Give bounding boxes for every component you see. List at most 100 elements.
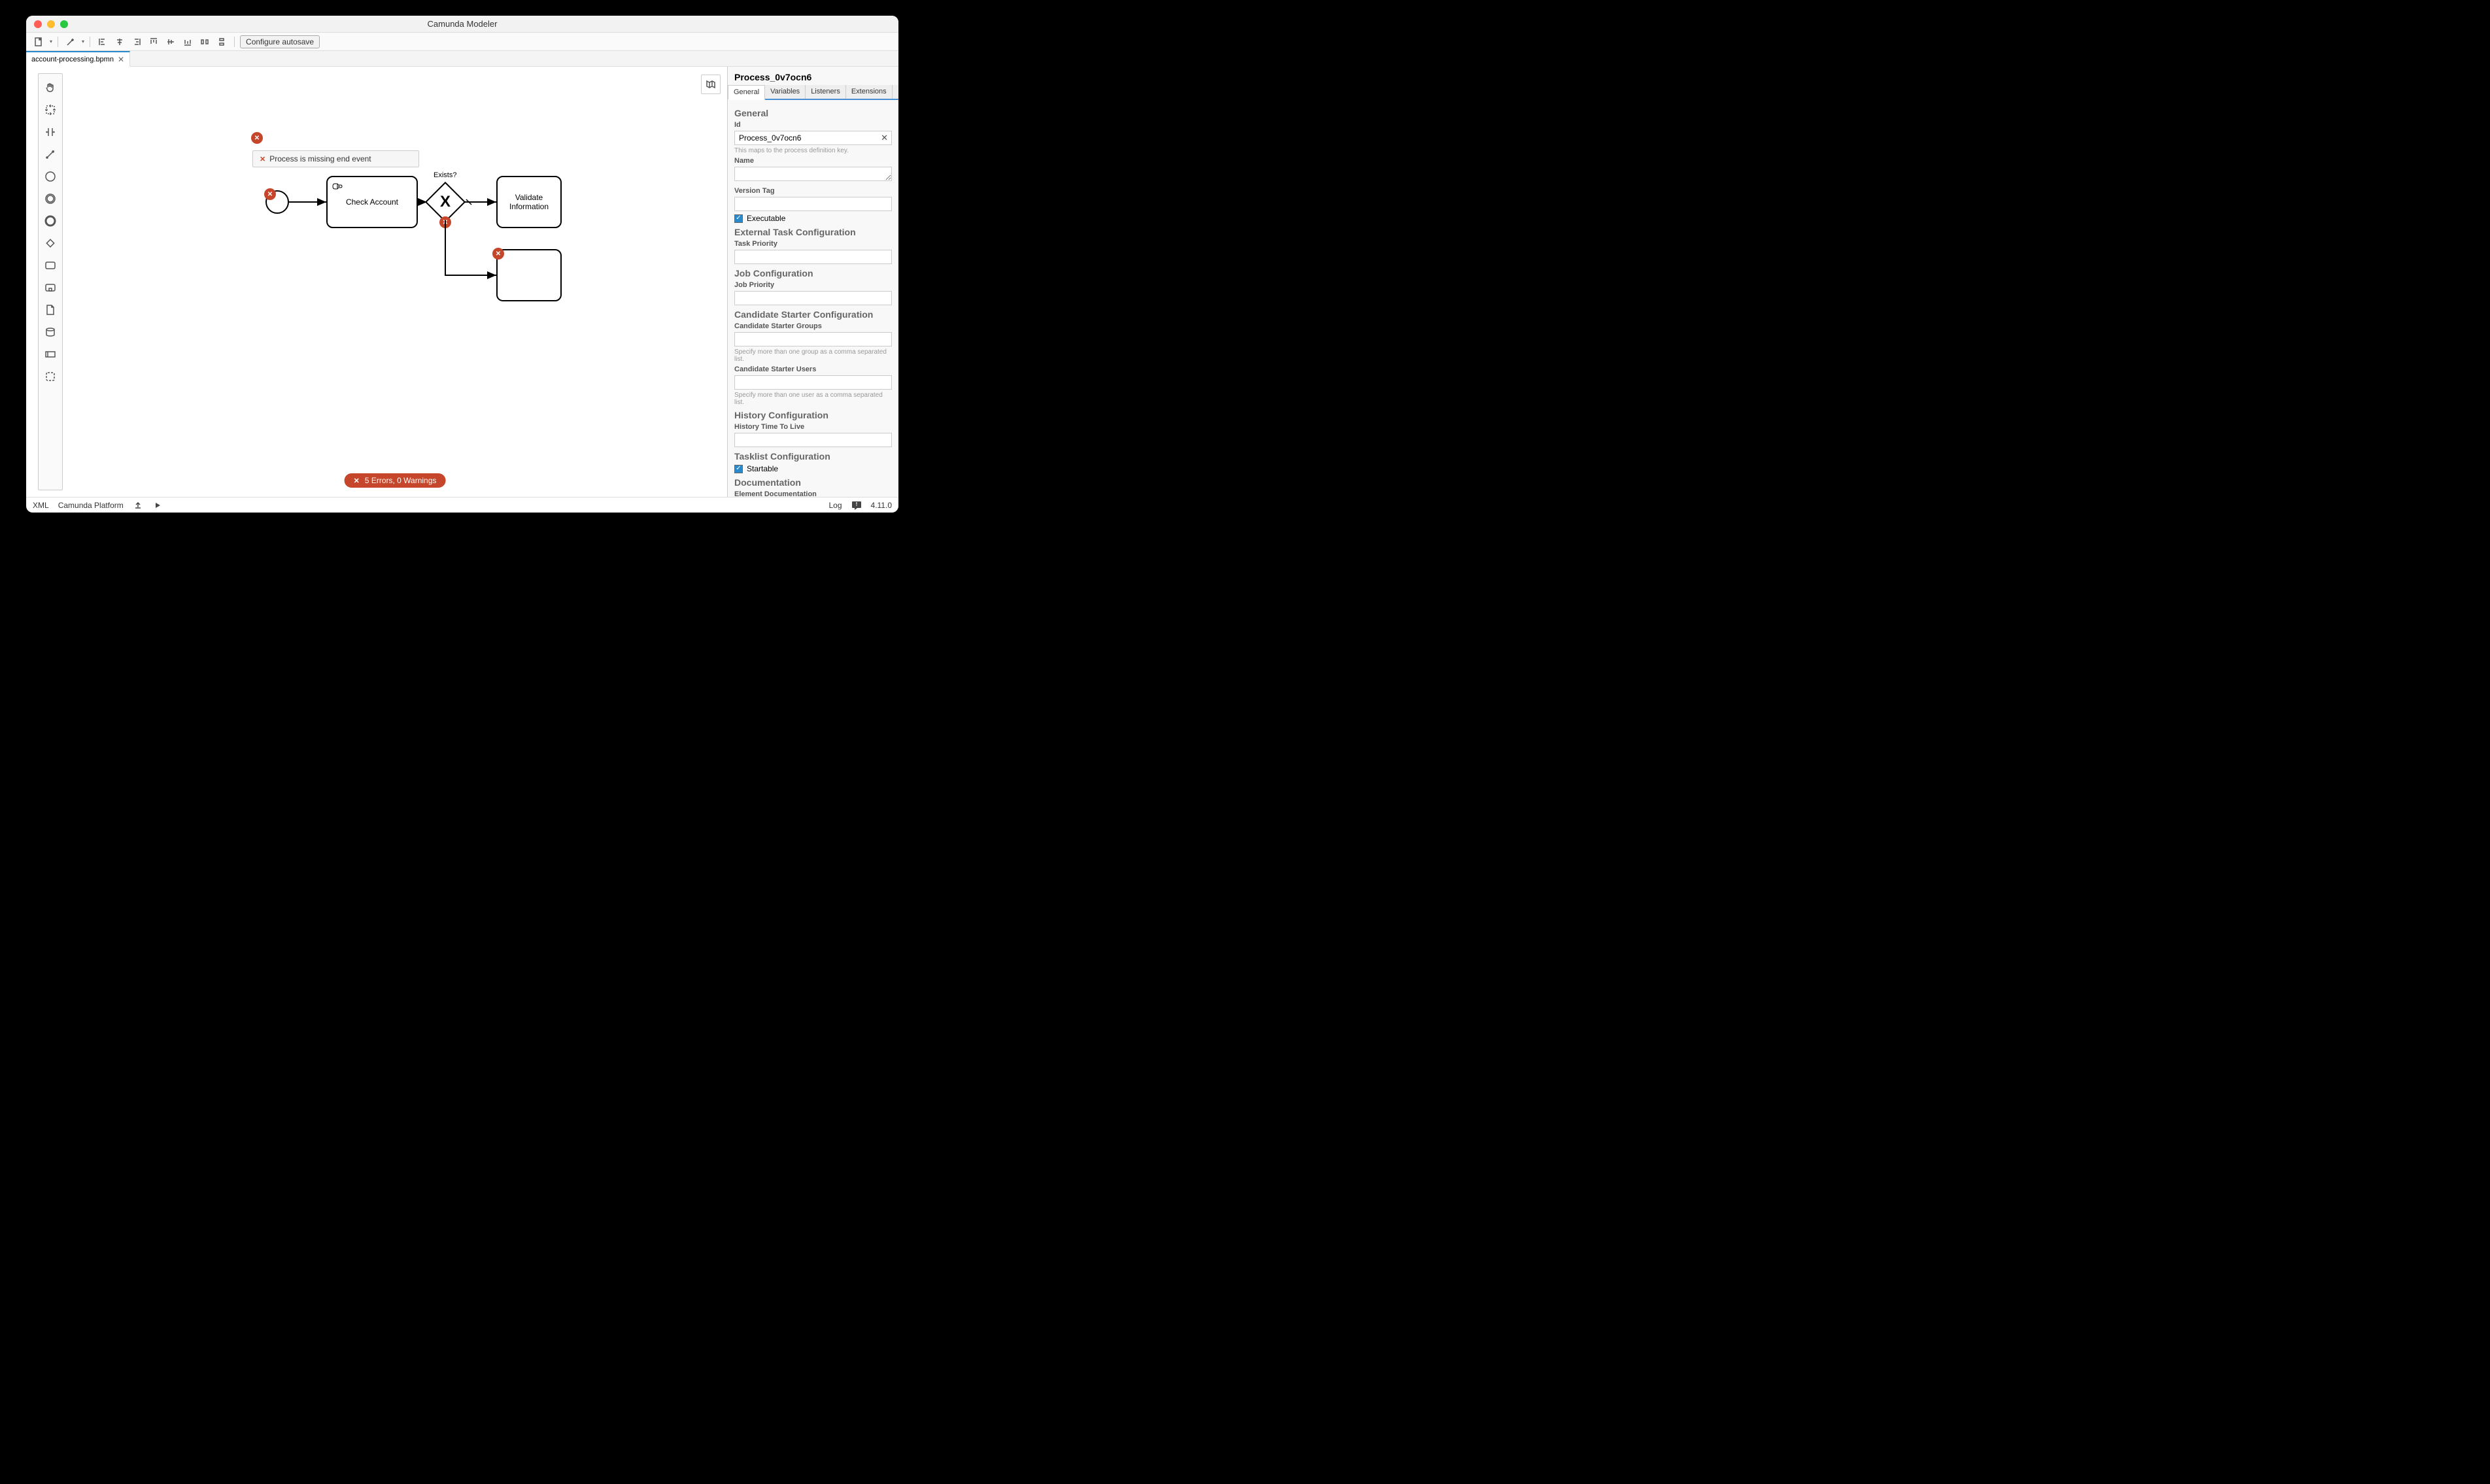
- clear-id-icon[interactable]: ✕: [881, 133, 888, 143]
- window-title: Camunda Modeler: [26, 19, 898, 29]
- history-ttl-input[interactable]: [734, 433, 892, 447]
- wand-caret-icon[interactable]: ▾: [82, 39, 84, 44]
- feedback-icon[interactable]: !: [851, 501, 862, 510]
- properties-tabs: General Variables Listeners Extensions: [728, 85, 898, 100]
- job-priority-label: Job Priority: [734, 281, 892, 289]
- gateway-error-badge[interactable]: [439, 216, 451, 228]
- candidate-users-label: Candidate Starter Users: [734, 365, 892, 373]
- editor-body: ✕ Process is missing end event Check Acc…: [26, 67, 898, 497]
- task-validate-information[interactable]: Validate Information: [496, 176, 562, 228]
- section-general: General: [734, 108, 892, 118]
- candidate-users-help: Specify more than one user as a comma se…: [734, 392, 892, 406]
- task-priority-label: Task Priority: [734, 240, 892, 248]
- magic-wand-button[interactable]: [63, 35, 78, 48]
- section-candidate-starter: Candidate Starter Configuration: [734, 309, 892, 320]
- section-history: History Configuration: [734, 410, 892, 420]
- close-tab-icon[interactable]: ✕: [118, 55, 124, 64]
- startable-row[interactable]: Startable: [734, 464, 892, 473]
- distribute-v-button[interactable]: [214, 35, 229, 48]
- file-tab[interactable]: account-processing.bpmn ✕: [26, 51, 130, 67]
- align-middle-button[interactable]: [163, 35, 178, 48]
- errors-warnings-pill[interactable]: ✕ 5 Errors, 0 Warnings: [345, 473, 446, 488]
- start-event-tool[interactable]: [39, 165, 62, 188]
- startable-checkbox[interactable]: [734, 465, 743, 473]
- tool-palette: [38, 73, 63, 490]
- candidate-groups-help: Specify more than one group as a comma s…: [734, 348, 892, 363]
- status-bar: XML Camunda Platform Log ! 4.11.0: [26, 497, 898, 513]
- lasso-tool[interactable]: [39, 99, 62, 121]
- platform-label[interactable]: Camunda Platform: [58, 501, 124, 510]
- participant-tool[interactable]: [39, 343, 62, 365]
- new-file-caret-icon[interactable]: ▾: [50, 39, 52, 44]
- error-tooltip-text: Process is missing end event: [269, 154, 371, 163]
- distribute-h-button[interactable]: [197, 35, 212, 48]
- xml-toggle[interactable]: XML: [33, 501, 49, 510]
- diagram-canvas[interactable]: ✕ Process is missing end event Check Acc…: [63, 67, 727, 497]
- version-tag-input[interactable]: [734, 197, 892, 211]
- tab-variables[interactable]: Variables: [765, 85, 806, 99]
- task-label: Validate Information: [500, 193, 558, 211]
- align-left-button[interactable]: [95, 35, 110, 48]
- errors-pill-x-icon: ✕: [354, 477, 360, 485]
- candidate-groups-input[interactable]: [734, 332, 892, 346]
- version-label: 4.11.0: [871, 501, 892, 510]
- executable-label: Executable: [747, 214, 785, 223]
- app-window: Camunda Modeler ▾ ▾ Configure autosave a…: [26, 16, 898, 513]
- manual-task-icon: [332, 181, 343, 192]
- name-input[interactable]: [734, 167, 892, 181]
- process-error-badge[interactable]: [251, 132, 263, 144]
- id-label: Id: [734, 121, 892, 129]
- error-x-icon: ✕: [260, 155, 265, 163]
- align-bottom-button[interactable]: [180, 35, 195, 48]
- job-priority-input[interactable]: [734, 291, 892, 305]
- minimap-button[interactable]: [701, 75, 721, 94]
- toolbar: ▾ ▾ Configure autosave: [26, 33, 898, 51]
- id-help: This maps to the process definition key.: [734, 147, 892, 154]
- subprocess-tool[interactable]: [39, 277, 62, 299]
- intermediate-event-tool[interactable]: [39, 188, 62, 210]
- properties-panel: Process_0v7ocn6 General Variables Listen…: [727, 67, 898, 497]
- gateway-tool[interactable]: [39, 232, 62, 254]
- align-center-h-button[interactable]: [112, 35, 127, 48]
- task-check-account[interactable]: Check Account: [326, 176, 418, 228]
- tab-listeners[interactable]: Listeners: [806, 85, 846, 99]
- global-connect-tool[interactable]: [39, 143, 62, 165]
- svg-text:!: !: [855, 501, 857, 507]
- new-file-button[interactable]: [31, 35, 46, 48]
- hand-tool[interactable]: [39, 76, 62, 99]
- task-unnamed[interactable]: [496, 249, 562, 301]
- name-label: Name: [734, 157, 892, 165]
- run-icon[interactable]: [152, 501, 163, 510]
- candidate-users-input[interactable]: [734, 375, 892, 390]
- configure-autosave-button[interactable]: Configure autosave: [240, 35, 320, 48]
- file-tab-label: account-processing.bpmn: [31, 56, 114, 63]
- executable-row[interactable]: Executable: [734, 214, 892, 223]
- align-right-button[interactable]: [129, 35, 144, 48]
- toolbar-separator: [234, 37, 235, 47]
- data-store-tool[interactable]: [39, 321, 62, 343]
- properties-header: Process_0v7ocn6: [728, 67, 898, 85]
- tab-extensions[interactable]: Extensions: [846, 85, 893, 99]
- gateway-label: Exists?: [434, 171, 456, 179]
- task-unnamed-error-badge[interactable]: [492, 248, 504, 260]
- gateway-x-icon: X: [432, 189, 458, 215]
- element-doc-label: Element Documentation: [734, 490, 892, 497]
- deploy-icon[interactable]: [133, 501, 143, 510]
- align-top-button[interactable]: [146, 35, 161, 48]
- error-tooltip: ✕ Process is missing end event: [252, 150, 419, 167]
- tab-general[interactable]: General: [728, 85, 765, 100]
- start-event-error-badge[interactable]: [264, 188, 276, 200]
- end-event-tool[interactable]: [39, 210, 62, 232]
- task-priority-input[interactable]: [734, 250, 892, 264]
- log-toggle[interactable]: Log: [828, 501, 842, 510]
- section-external-task: External Task Configuration: [734, 227, 892, 237]
- data-object-tool[interactable]: [39, 299, 62, 321]
- executable-checkbox[interactable]: [734, 214, 743, 223]
- errors-pill-label: 5 Errors, 0 Warnings: [365, 476, 437, 485]
- id-input[interactable]: [734, 131, 892, 145]
- space-tool[interactable]: [39, 121, 62, 143]
- candidate-groups-label: Candidate Starter Groups: [734, 322, 892, 330]
- group-tool[interactable]: [39, 365, 62, 388]
- task-label: Check Account: [346, 197, 398, 207]
- task-tool[interactable]: [39, 254, 62, 277]
